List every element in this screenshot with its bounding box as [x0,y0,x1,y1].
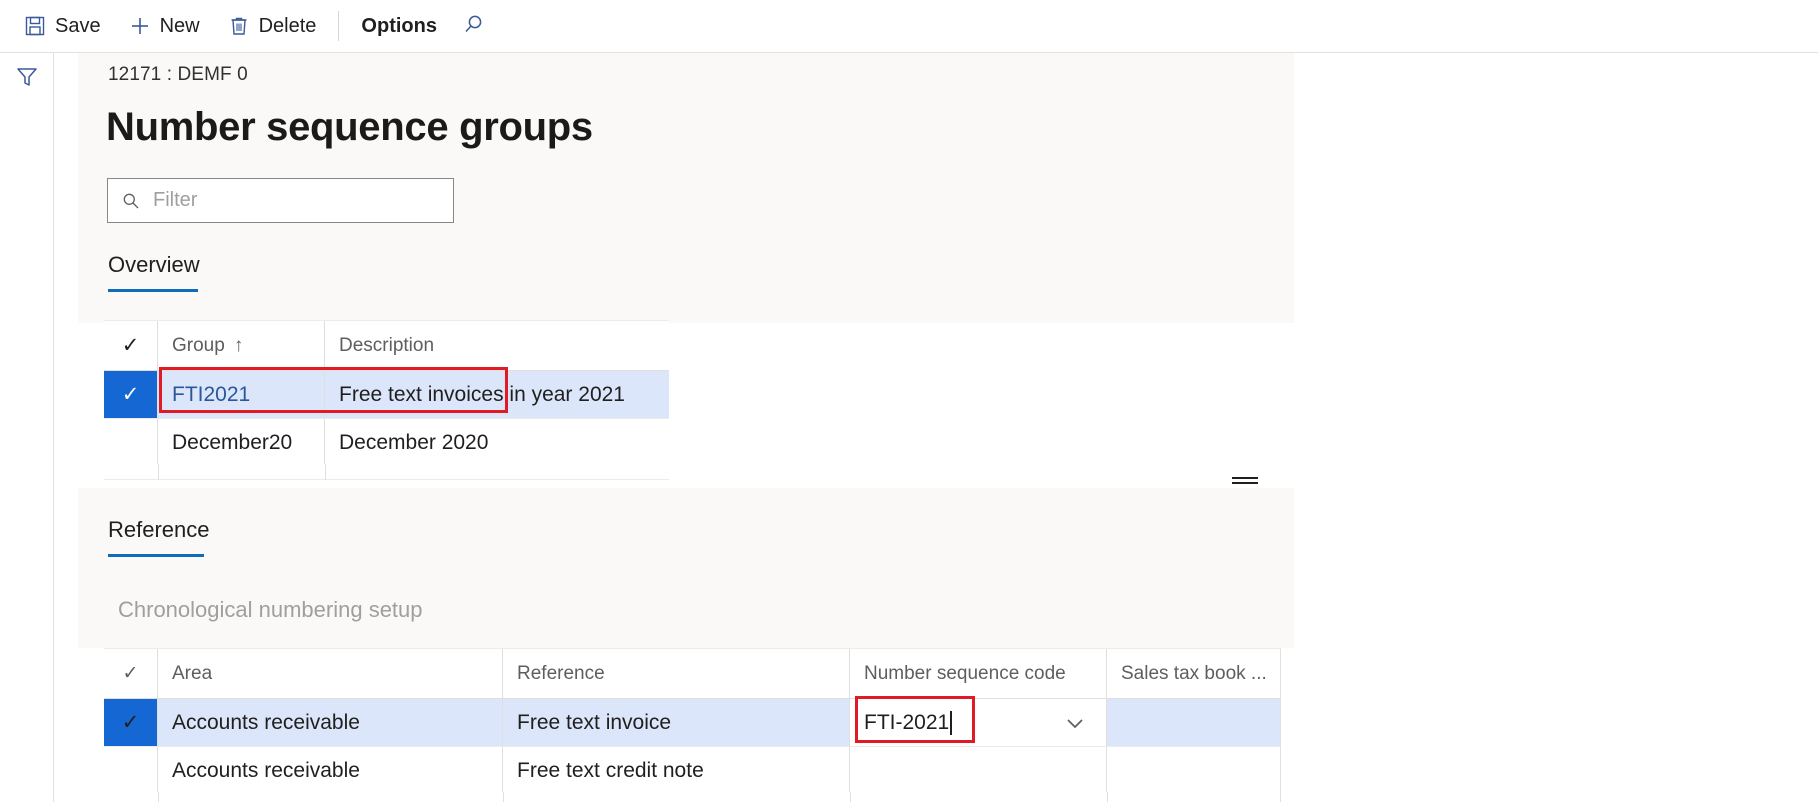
delete-label: Delete [259,15,317,38]
reference-panel-background [78,488,1294,648]
cell-sales-tax-book[interactable] [1107,699,1281,746]
search-button[interactable] [451,6,495,46]
text-cursor [950,711,952,735]
column-header-sales-tax-book-label: Sales tax book ... [1121,663,1267,685]
save-button[interactable]: Save [10,6,115,46]
tab-overview-underline [108,289,198,292]
cell-group-value: December20 [172,431,292,455]
search-icon [121,191,141,211]
table-row[interactable]: Accounts receivable Free text credit not… [104,747,1281,795]
new-button[interactable]: New [115,6,214,46]
select-all-header-cell[interactable]: ✓ [104,321,158,370]
row-select-cell[interactable]: ✓ [104,371,158,418]
tab-overview[interactable]: Overview [108,252,200,292]
tab-overview-label: Overview [108,252,200,287]
options-label: Options [361,15,437,38]
filter-funnel-icon [14,64,40,95]
column-header-area[interactable]: Area [158,649,503,698]
column-header-description[interactable]: Description [325,321,669,370]
cell-description[interactable]: December 2020 [325,419,669,466]
cell-number-sequence-code[interactable] [850,747,1107,794]
record-identifier: 12171 : DEMF 0 [108,64,248,86]
cell-group[interactable]: FTI2021 [158,371,325,418]
splitter-line-bottom [1232,482,1258,484]
overview-grid-clipped-row [104,464,669,480]
cell-area-value: Accounts receivable [172,759,360,783]
tab-reference[interactable]: Reference [108,517,210,557]
sort-ascending-icon: ↑ [234,335,244,357]
row-select-cell[interactable] [104,747,158,794]
cell-reference-value: Free text invoice [517,711,671,735]
panel-splitter-handle[interactable] [1232,473,1258,487]
select-all-header-cell[interactable]: ✓ [104,649,158,698]
cell-group[interactable]: December20 [158,419,325,466]
column-header-group[interactable]: Group ↑ [158,321,325,370]
column-header-description-label: Description [339,335,434,357]
table-row[interactable]: ✓ Accounts receivable Free text invoice … [104,699,1281,747]
cell-area[interactable]: Accounts receivable [158,747,503,794]
cell-number-sequence-code[interactable]: FTI-2021 [850,699,1107,746]
checkmark-icon: ✓ [122,712,140,733]
column-header-reference-label: Reference [517,663,605,685]
checkmark-icon: ✓ [122,384,140,405]
column-header-number-sequence-code[interactable]: Number sequence code [850,649,1107,698]
tab-reference-underline [108,554,204,557]
cell-sales-tax-book[interactable] [1107,747,1281,794]
page-title: Number sequence groups [106,105,593,150]
reference-grid-header: ✓ Area Reference Number sequence code Sa… [104,649,1281,699]
table-row[interactable]: December20 December 2020 [104,419,669,467]
column-header-group-label: Group [172,335,225,357]
chevron-down-icon[interactable] [1062,710,1088,736]
column-header-area-label: Area [172,663,212,685]
save-disk-icon [24,15,46,37]
column-header-number-sequence-code-label: Number sequence code [864,663,1066,685]
new-label: New [160,15,200,38]
cell-area-value: Accounts receivable [172,711,360,735]
delete-button[interactable]: Delete [214,6,331,46]
reference-grid-clipped-row [104,792,1281,802]
cell-description-value: Free text invoices in year 2021 [339,383,625,407]
row-select-cell[interactable] [104,419,158,466]
filter-pane-toggle[interactable] [13,65,41,93]
chronological-numbering-setup-heading: Chronological numbering setup [118,597,423,623]
column-header-reference[interactable]: Reference [503,649,850,698]
search-icon [461,13,485,40]
tab-reference-label: Reference [108,517,210,552]
cell-reference[interactable]: Free text invoice [503,699,850,746]
cell-description[interactable]: Free text invoices in year 2021 [325,371,669,418]
left-navigation-rail [0,53,54,802]
command-bar: Save New Delete Options [0,0,1818,53]
filter-input[interactable] [151,188,431,213]
reference-grid: ✓ Area Reference Number sequence code Sa… [104,648,1281,795]
trash-icon [228,15,250,37]
toolbar-divider [338,11,339,41]
save-label: Save [55,15,101,38]
column-header-sales-tax-book[interactable]: Sales tax book ... [1107,649,1281,698]
overview-grid: ✓ Group ↑ Description ✓ FTI2021 Free tex… [104,320,669,467]
checkmark-icon: ✓ [123,664,139,683]
plus-icon [129,15,151,37]
cell-reference-value: Free text credit note [517,759,704,783]
overview-grid-header: ✓ Group ↑ Description [104,321,669,371]
cell-reference[interactable]: Free text credit note [503,747,850,794]
table-row[interactable]: ✓ FTI2021 Free text invoices in year 202… [104,371,669,419]
cell-area[interactable]: Accounts receivable [158,699,503,746]
cell-group-value: FTI2021 [172,383,250,407]
splitter-line-top [1232,477,1258,479]
cell-description-value: December 2020 [339,431,488,455]
filter-input-container[interactable] [107,178,454,223]
number-sequence-code-lookup[interactable]: FTI-2021 [864,699,1106,746]
number-sequence-code-value: FTI-2021 [864,711,949,735]
options-button[interactable]: Options [347,6,451,46]
row-select-cell[interactable]: ✓ [104,699,158,746]
checkmark-icon: ✓ [122,335,140,356]
